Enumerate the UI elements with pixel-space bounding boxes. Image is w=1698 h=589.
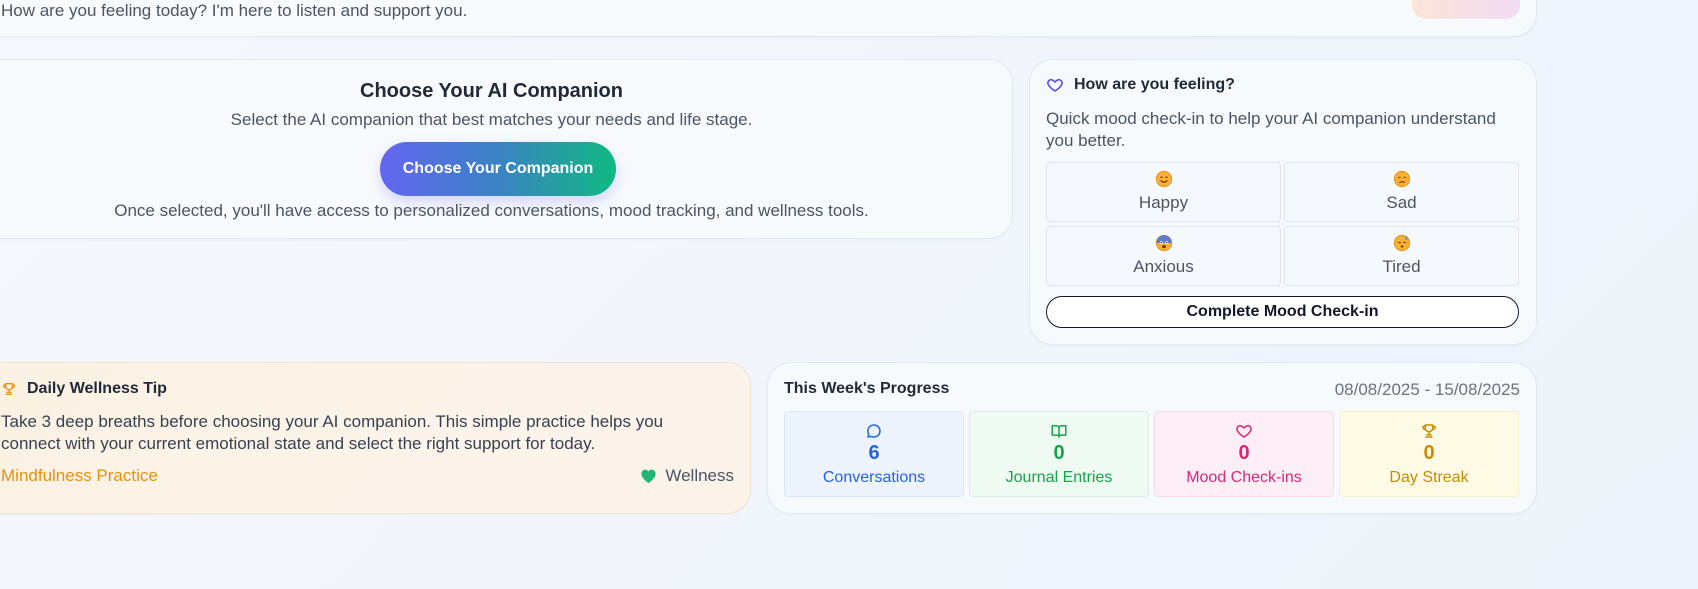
tip-category-link[interactable]: Mindfulness Practice — [1, 466, 158, 486]
chat-bubble-icon — [867, 424, 881, 438]
wellness-tip-card: Daily Wellness Tip Take 3 deep breaths b… — [0, 362, 751, 514]
stat-value: 0 — [1053, 442, 1065, 464]
happy-face-icon — [1155, 170, 1172, 188]
progress-date-range: 08/08/2025 - 15/08/2025 — [1334, 380, 1520, 399]
book-icon — [1051, 425, 1067, 438]
stat-mood-checkins: 0 Mood Check-ins — [1154, 411, 1334, 497]
trophy-icon — [1422, 424, 1436, 438]
weekly-progress-card: This Week's Progress 08/08/2025 - 15/08/… — [767, 362, 1537, 514]
trophy-icon — [2, 383, 16, 395]
tip-header: Daily Wellness Tip — [1, 380, 167, 398]
stat-journal-entries: 0 Journal Entries — [969, 411, 1149, 497]
heart-icon — [1236, 425, 1252, 438]
welcome-card: How are you feeling today? I'm here to l… — [0, 0, 1537, 37]
heart-icon — [1047, 79, 1063, 92]
companion-card: Choose Your AI Companion Select the AI c… — [0, 59, 1013, 239]
choose-companion-button[interactable]: Choose Your Companion — [380, 142, 616, 196]
stat-value: 0 — [1423, 442, 1435, 464]
green-heart-icon — [641, 469, 656, 484]
progress-title: This Week's Progress — [784, 380, 950, 397]
complete-mood-checkin-button[interactable]: Complete Mood Check-in — [1046, 296, 1519, 328]
mood-description: Quick mood check-in to help your AI comp… — [1046, 109, 1496, 150]
welcome-text: How are you feeling today? I'm here to l… — [1, 1, 468, 20]
mood-option-label: Sad — [1386, 193, 1417, 212]
stat-label: Journal Entries — [1005, 469, 1113, 486]
stat-day-streak: 0 Day Streak — [1339, 411, 1519, 497]
mood-header: How are you feeling? — [1046, 76, 1235, 94]
mood-option-label: Tired — [1382, 257, 1421, 276]
mood-option-tired[interactable]: z Tired — [1284, 226, 1519, 286]
stat-label: Conversations — [822, 469, 926, 486]
stat-label: Mood Check-ins — [1186, 469, 1302, 486]
anxious-face-icon — [1155, 234, 1172, 252]
mood-option-anxious[interactable]: Anxious — [1046, 226, 1281, 286]
tip-text: Take 3 deep breaths before choosing your… — [1, 412, 664, 453]
mood-option-sad[interactable]: Sad — [1284, 162, 1519, 222]
tip-tag: Wellness — [640, 466, 734, 486]
mood-card: How are you feeling? Quick mood check-in… — [1029, 59, 1537, 345]
companion-note: Once selected, you'll have access to per… — [114, 201, 869, 220]
mood-title: How are you feeling? — [1074, 76, 1235, 93]
companion-title: Choose Your AI Companion — [360, 80, 623, 102]
stat-value: 6 — [868, 442, 880, 464]
stat-label: Day Streak — [1389, 469, 1469, 486]
mood-option-label: Anxious — [1133, 257, 1194, 276]
mood-option-happy[interactable]: Happy — [1046, 162, 1281, 222]
companion-subtitle: Select the AI companion that best matche… — [230, 110, 753, 129]
svg-text:z: z — [1404, 235, 1407, 241]
tip-tag-label: Wellness — [665, 466, 734, 485]
stat-value: 0 — [1238, 442, 1250, 464]
mood-option-label: Happy — [1138, 193, 1189, 212]
tip-title: Daily Wellness Tip — [27, 380, 167, 397]
sad-face-icon — [1393, 170, 1410, 188]
welcome-action-button[interactable] — [1412, 0, 1520, 19]
tired-face-icon: z — [1393, 234, 1410, 252]
stat-conversations: 6 Conversations — [784, 411, 964, 497]
